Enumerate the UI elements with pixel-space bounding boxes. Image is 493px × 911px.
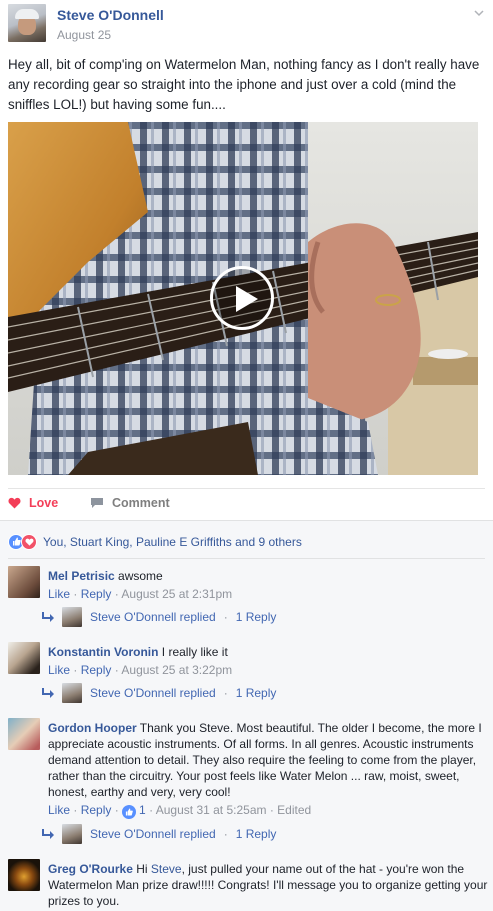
- commenter-avatar[interactable]: [8, 718, 40, 750]
- post-header: Steve O'Donnell August 25: [8, 4, 484, 48]
- heart-icon: [8, 497, 21, 509]
- video-player[interactable]: [8, 122, 478, 475]
- commenter-name[interactable]: Mel Petrisic: [48, 569, 115, 583]
- like-link[interactable]: Like: [48, 587, 70, 601]
- comment-text-start: Hi: [136, 862, 148, 876]
- replies-link[interactable]: Steve O'Donnell replied · 1 Reply: [42, 824, 276, 844]
- heart-reaction-icon: [21, 533, 37, 550]
- commenter-avatar[interactable]: [8, 859, 40, 891]
- commenter-name[interactable]: Gordon Hooper: [48, 721, 137, 735]
- comment-icon: [91, 498, 103, 508]
- commenter-avatar[interactable]: [8, 642, 40, 674]
- comments-section: You, Stuart King, Pauline E Griffiths an…: [0, 520, 493, 911]
- commenter-name[interactable]: Greg O'Rourke: [48, 862, 133, 876]
- commenter-name[interactable]: Konstantin Voronin: [48, 645, 158, 659]
- reply-count[interactable]: 1 Reply: [236, 610, 277, 624]
- love-button[interactable]: Love: [8, 496, 58, 510]
- like-link[interactable]: Like: [48, 803, 70, 817]
- comment-time[interactable]: August 31 at 5:25am: [156, 803, 267, 817]
- replied-by[interactable]: Steve O'Donnell replied: [90, 686, 216, 700]
- comment-button[interactable]: Comment: [90, 496, 493, 510]
- replies-link[interactable]: Steve O'Donnell replied · 1 Reply: [42, 607, 276, 627]
- reply-arrow-icon: [42, 612, 54, 622]
- action-bar: Love Comment: [8, 488, 485, 518]
- like-link[interactable]: Like: [48, 663, 70, 677]
- reactions-summary[interactable]: You, Stuart King, Pauline E Griffiths an…: [8, 531, 485, 559]
- play-button[interactable]: [210, 266, 274, 330]
- reaction-names[interactable]: You, Stuart King, Pauline E Griffiths an…: [43, 535, 302, 549]
- like-count[interactable]: 1: [139, 803, 146, 817]
- like-count-icon: [122, 805, 137, 819]
- reply-count[interactable]: 1 Reply: [236, 686, 277, 700]
- author-name[interactable]: Steve O'Donnell: [57, 7, 164, 23]
- comment-time[interactable]: August 25 at 3:22pm: [121, 663, 232, 677]
- replier-avatar: [62, 607, 82, 627]
- chevron-down-icon[interactable]: [474, 8, 484, 18]
- replier-avatar: [62, 824, 82, 844]
- post-text: Hey all, bit of comp'ing on Watermelon M…: [8, 57, 480, 112]
- author-avatar[interactable]: [8, 4, 46, 42]
- comment-text: awsome: [118, 569, 163, 583]
- reply-arrow-icon: [42, 688, 54, 698]
- reply-count[interactable]: 1 Reply: [236, 827, 277, 841]
- reply-link[interactable]: Reply: [81, 663, 112, 677]
- comment-text: I really like it: [161, 645, 228, 659]
- replier-avatar: [62, 683, 82, 703]
- edited-label[interactable]: Edited: [277, 803, 311, 817]
- reply-arrow-icon: [42, 829, 54, 839]
- mention-link[interactable]: Steve: [151, 862, 182, 876]
- replied-by[interactable]: Steve O'Donnell replied: [90, 827, 216, 841]
- replied-by[interactable]: Steve O'Donnell replied: [90, 610, 216, 624]
- commenter-avatar[interactable]: [8, 566, 40, 598]
- facebook-post: Steve O'Donnell August 25 Hey all, bit o…: [0, 0, 493, 911]
- comment-time[interactable]: August 25 at 2:31pm: [121, 587, 232, 601]
- comment-label: Comment: [112, 496, 170, 510]
- post-date[interactable]: August 25: [57, 28, 111, 42]
- reply-link[interactable]: Reply: [81, 587, 112, 601]
- love-label: Love: [29, 496, 59, 510]
- reply-link[interactable]: Reply: [81, 803, 112, 817]
- replies-link[interactable]: Steve O'Donnell replied · 1 Reply: [42, 683, 276, 703]
